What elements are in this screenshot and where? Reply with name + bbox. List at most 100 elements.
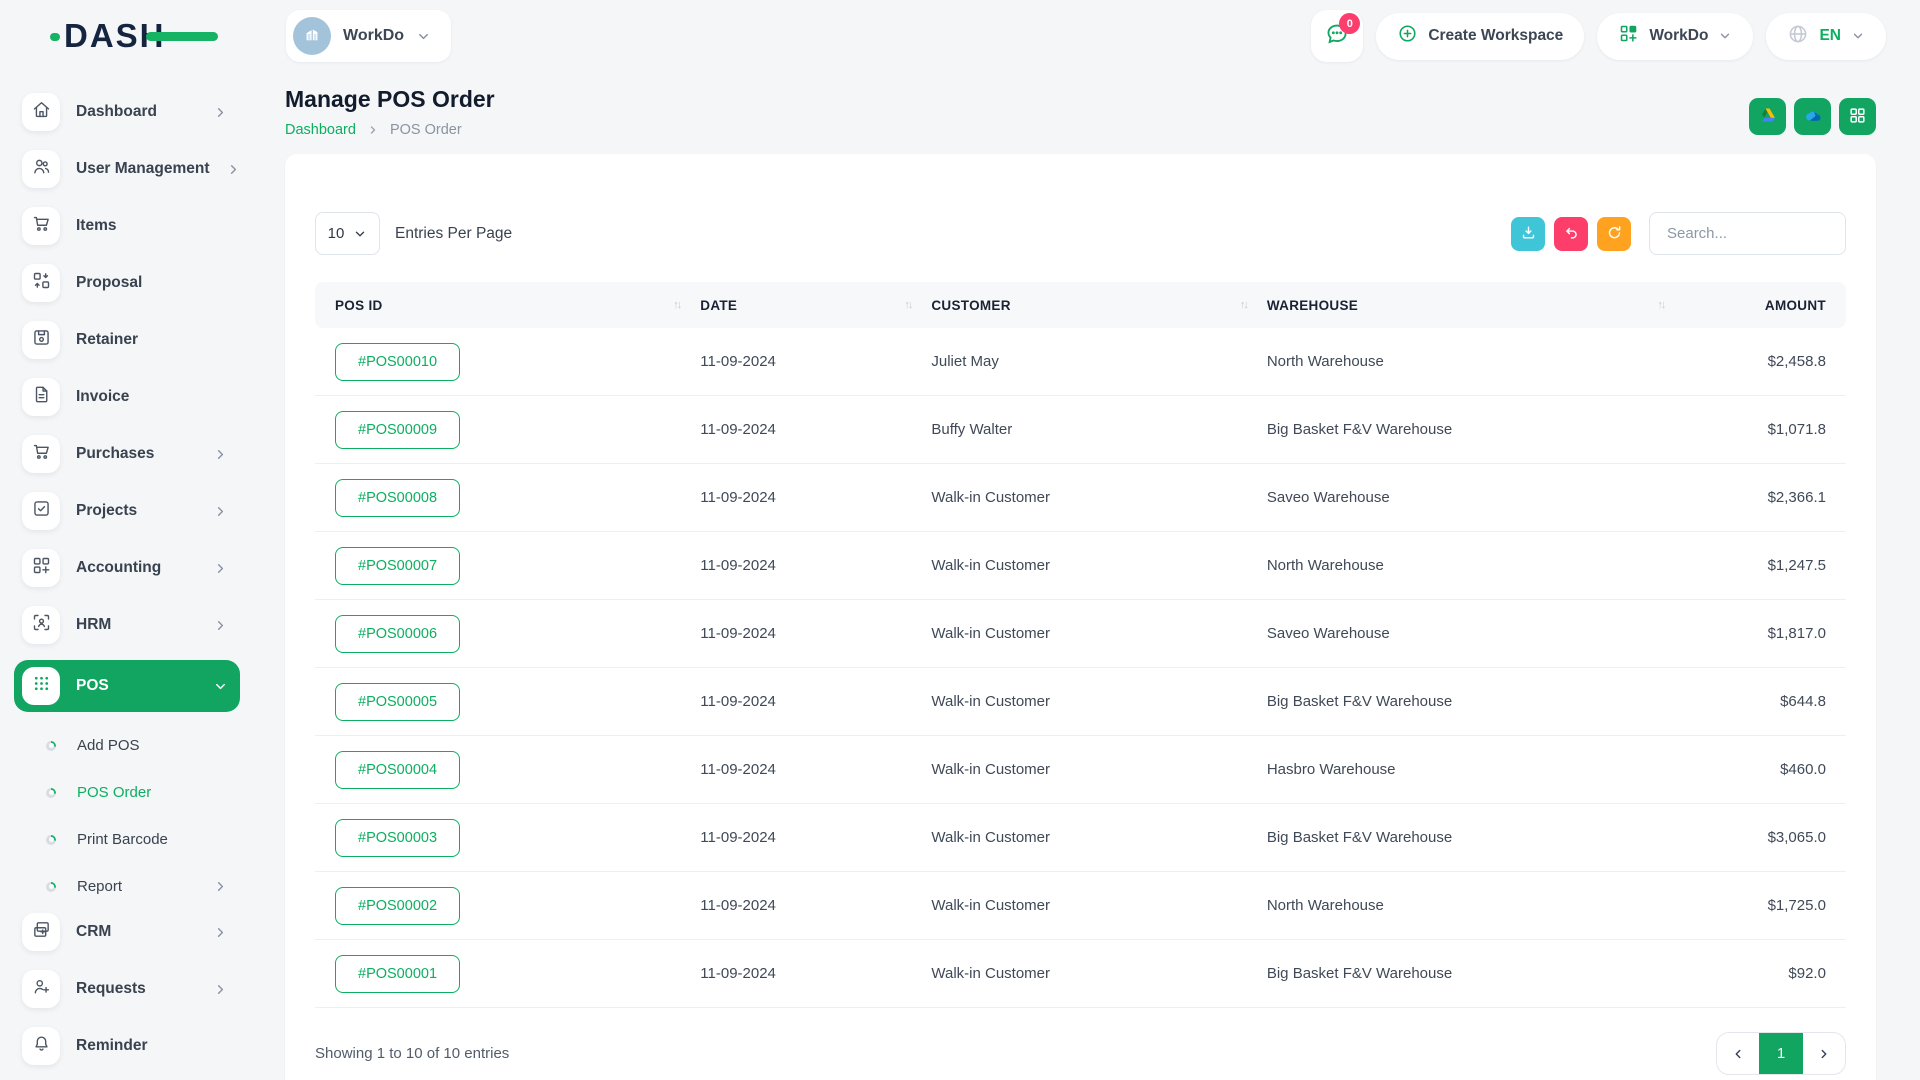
table-row: #POS00002 11-09-2024 Walk-in Customer No… bbox=[315, 872, 1846, 940]
google-drive-button[interactable] bbox=[1749, 98, 1786, 135]
amount-cell: $1,247.5 bbox=[1684, 557, 1826, 574]
create-workspace-label: Create Workspace bbox=[1428, 27, 1563, 45]
customer-cell: Walk-in Customer bbox=[931, 897, 1266, 914]
chevron-right-icon bbox=[213, 105, 228, 120]
date-cell: 11-09-2024 bbox=[700, 965, 931, 982]
logo: DASH bbox=[64, 17, 166, 55]
integration-buttons bbox=[1749, 98, 1876, 135]
date-cell: 11-09-2024 bbox=[700, 829, 931, 846]
pagination-prev-button[interactable] bbox=[1717, 1033, 1759, 1074]
sidebar-item-reminder[interactable]: Reminder bbox=[14, 1024, 240, 1068]
sidebar-item-hrm[interactable]: HRM bbox=[14, 603, 240, 647]
sidebar-item-proposal[interactable]: Proposal bbox=[14, 261, 240, 305]
warehouse-cell: North Warehouse bbox=[1267, 353, 1684, 370]
sort-icon[interactable]: ↑↓ bbox=[1657, 299, 1664, 311]
onedrive-button[interactable] bbox=[1794, 98, 1831, 135]
table-row: #POS00004 11-09-2024 Walk-in Customer Ha… bbox=[315, 736, 1846, 804]
column-header-pos-id[interactable]: POS ID ↑↓ bbox=[335, 298, 700, 313]
pagination-page-1[interactable]: 1 bbox=[1759, 1033, 1803, 1074]
reset-undo-button[interactable] bbox=[1554, 217, 1588, 251]
column-header-date[interactable]: DATE ↑↓ bbox=[700, 298, 931, 313]
sidebar-item-accounting[interactable]: Accounting bbox=[14, 546, 240, 590]
search-input[interactable] bbox=[1649, 212, 1846, 255]
sidebar-item-items[interactable]: Items bbox=[14, 204, 240, 248]
crm-icon bbox=[31, 919, 52, 945]
chat-count-badge: 0 bbox=[1339, 13, 1360, 34]
warehouse-cell: Big Basket F&V Warehouse bbox=[1267, 693, 1684, 710]
sort-icon[interactable]: ↑↓ bbox=[1240, 299, 1247, 311]
pagination-next-button[interactable] bbox=[1803, 1033, 1845, 1074]
pos-id-badge[interactable]: #POS00001 bbox=[335, 955, 460, 993]
warehouse-cell: North Warehouse bbox=[1267, 897, 1684, 914]
customer-cell: Walk-in Customer bbox=[931, 693, 1266, 710]
sidebar-item-invoice[interactable]: Invoice bbox=[14, 375, 240, 419]
date-cell: 11-09-2024 bbox=[700, 897, 931, 914]
amount-cell: $460.0 bbox=[1684, 761, 1826, 778]
amount-cell: $92.0 bbox=[1684, 965, 1826, 982]
pos-id-badge[interactable]: #POS00009 bbox=[335, 411, 460, 449]
main-content: Manage POS Order Dashboard POS Order bbox=[256, 72, 1920, 1080]
entries-per-page-select[interactable]: 10 bbox=[315, 212, 380, 255]
sort-icon[interactable]: ↑↓ bbox=[904, 299, 911, 311]
customer-cell: Walk-in Customer bbox=[931, 761, 1266, 778]
plus-circle-icon bbox=[1397, 23, 1418, 49]
sidebar-item-pos[interactable]: POS bbox=[14, 660, 240, 712]
sort-icon[interactable]: ↑↓ bbox=[673, 299, 680, 311]
sidebar-subitem-pos-order[interactable]: POS Order bbox=[0, 769, 256, 816]
download-icon bbox=[1520, 224, 1537, 244]
column-header-warehouse[interactable]: WAREHOUSE ↑↓ bbox=[1267, 298, 1684, 313]
pos-id-badge[interactable]: #POS00004 bbox=[335, 751, 460, 789]
sidebar-subitem-add-pos[interactable]: Add POS bbox=[0, 722, 256, 769]
table-header-row: POS ID ↑↓ DATE ↑↓ CUSTOMER ↑↓ WAREHOUSE … bbox=[315, 282, 1846, 328]
date-cell: 11-09-2024 bbox=[700, 421, 931, 438]
messages-button[interactable]: 0 bbox=[1311, 10, 1363, 62]
sidebar-subitem-print-barcode[interactable]: Print Barcode bbox=[0, 816, 256, 863]
bullet-icon bbox=[46, 741, 56, 751]
pos-id-badge[interactable]: #POS00005 bbox=[335, 683, 460, 721]
refresh-button[interactable] bbox=[1597, 217, 1631, 251]
table-row: #POS00005 11-09-2024 Walk-in Customer Bi… bbox=[315, 668, 1846, 736]
pos-id-badge[interactable]: #POS00006 bbox=[335, 615, 460, 653]
sidebar-item-user-management[interactable]: User Management bbox=[14, 147, 240, 191]
chevron-down-icon bbox=[1718, 29, 1732, 43]
customer-cell: Juliet May bbox=[931, 353, 1266, 370]
warehouse-cell: Saveo Warehouse bbox=[1267, 625, 1684, 642]
table-body: #POS00010 11-09-2024 Juliet May North Wa… bbox=[315, 328, 1846, 1008]
amount-cell: $644.8 bbox=[1684, 693, 1826, 710]
grid-view-button[interactable] bbox=[1839, 98, 1876, 135]
breadcrumb-dashboard-link[interactable]: Dashboard bbox=[285, 122, 356, 138]
sidebar-item-retainer[interactable]: Retainer bbox=[14, 318, 240, 362]
user-plus-icon bbox=[31, 976, 52, 1002]
grid-icon bbox=[1848, 106, 1867, 128]
cart-icon bbox=[31, 441, 52, 467]
sidebar-item-crm[interactable]: CRM bbox=[14, 910, 240, 954]
customer-cell: Walk-in Customer bbox=[931, 557, 1266, 574]
sidebar-item-requests[interactable]: Requests bbox=[14, 967, 240, 1011]
chevron-down-icon bbox=[1851, 29, 1865, 43]
sidebar-subitem-report[interactable]: Report bbox=[0, 863, 256, 910]
pos-id-badge[interactable]: #POS00003 bbox=[335, 819, 460, 857]
amount-cell: $1,725.0 bbox=[1684, 897, 1826, 914]
warehouse-cell: Hasbro Warehouse bbox=[1267, 761, 1684, 778]
sidebar-item-projects[interactable]: Projects bbox=[14, 489, 240, 533]
create-workspace-button[interactable]: Create Workspace bbox=[1376, 13, 1584, 60]
amount-cell: $3,065.0 bbox=[1684, 829, 1826, 846]
language-dropdown[interactable]: EN bbox=[1766, 13, 1886, 60]
retainer-icon bbox=[31, 327, 52, 353]
home-icon bbox=[31, 99, 52, 125]
cart-icon bbox=[31, 213, 52, 239]
customer-cell: Walk-in Customer bbox=[931, 965, 1266, 982]
app-switcher-dropdown[interactable]: WorkDo bbox=[1597, 13, 1753, 60]
pos-id-badge[interactable]: #POS00002 bbox=[335, 887, 460, 925]
export-download-button[interactable] bbox=[1511, 217, 1545, 251]
sidebar-item-purchases[interactable]: Purchases bbox=[14, 432, 240, 476]
pos-id-badge[interactable]: #POS00007 bbox=[335, 547, 460, 585]
workspace-selector[interactable]: WorkDo bbox=[286, 10, 451, 62]
sidebar-item-dashboard[interactable]: Dashboard bbox=[14, 90, 240, 134]
pos-id-badge[interactable]: #POS00010 bbox=[335, 343, 460, 381]
column-header-amount[interactable]: AMOUNT bbox=[1684, 298, 1826, 313]
table-actions bbox=[1511, 212, 1846, 255]
pos-id-badge[interactable]: #POS00008 bbox=[335, 479, 460, 517]
customer-cell: Walk-in Customer bbox=[931, 829, 1266, 846]
column-header-customer[interactable]: CUSTOMER ↑↓ bbox=[931, 298, 1266, 313]
